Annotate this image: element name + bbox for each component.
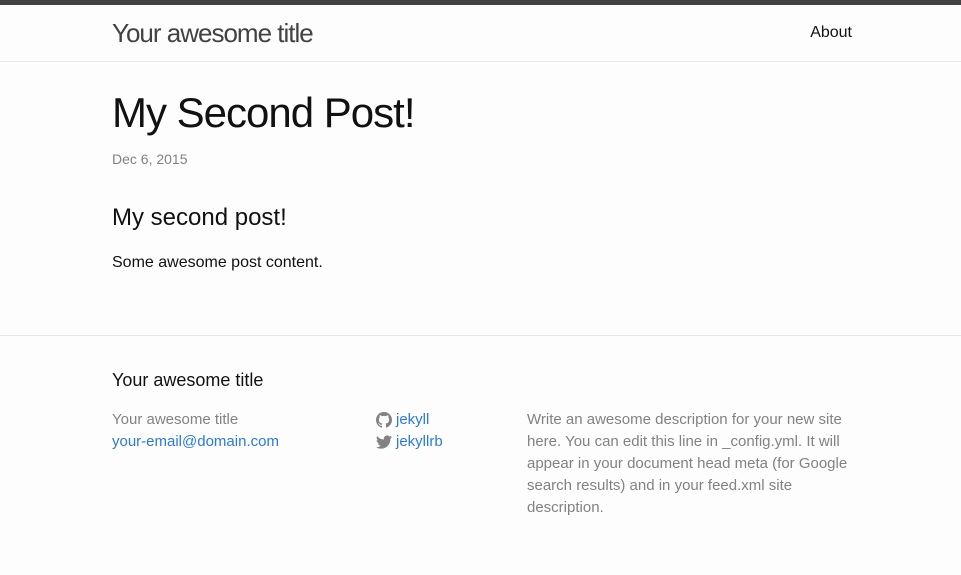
- post-title: My Second Post!: [112, 89, 415, 136]
- footer-name: Your awesome title: [112, 411, 239, 428]
- post-content-heading: My second post!: [112, 204, 287, 231]
- footer-heading: Your awesome title: [112, 370, 264, 390]
- nav-about-link[interactable]: About: [810, 21, 852, 45]
- footer-description: Write an awesome description for your ne…: [527, 411, 848, 516]
- twitter-username: jekyllrb: [396, 433, 443, 450]
- twitter-link[interactable]: jekyllrb: [376, 431, 443, 453]
- github-icon: [376, 412, 392, 428]
- site-footer: Your awesome title Your awesome title yo…: [0, 335, 961, 575]
- post-content-paragraph: Some awesome post content.: [112, 254, 323, 271]
- footer-social-column: jekyll jekyllrb: [376, 409, 443, 453]
- post-date: Dec 6, 2015: [112, 151, 188, 167]
- github-username: jekyll: [396, 411, 430, 428]
- github-link[interactable]: jekyll: [376, 409, 443, 431]
- footer-contact-column: Your awesome title your-email@domain.com: [112, 409, 279, 453]
- site-header: Your awesome title About: [0, 0, 961, 62]
- footer-email-link[interactable]: your-email@domain.com: [112, 431, 279, 453]
- twitter-icon: [376, 435, 392, 449]
- site-title-link[interactable]: Your awesome title: [112, 16, 314, 50]
